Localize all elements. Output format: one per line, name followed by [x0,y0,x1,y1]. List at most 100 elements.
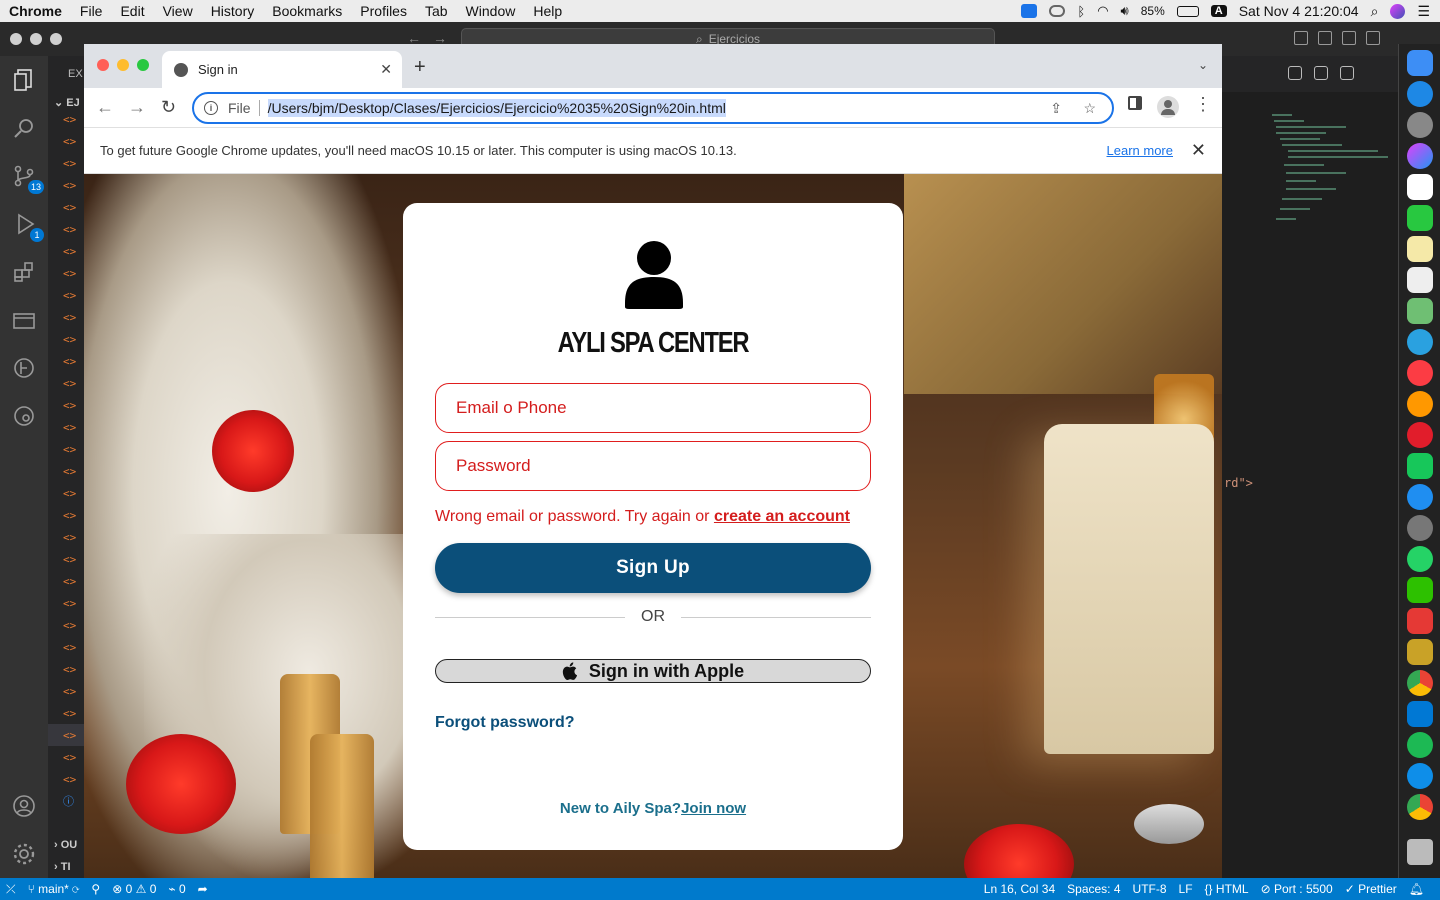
menu-tab[interactable]: Tab [416,3,457,19]
reminders-icon[interactable] [1407,267,1433,293]
file-row[interactable]: <> [48,570,84,592]
file-row[interactable]: <> [48,482,84,504]
file-row[interactable]: <> [48,394,84,416]
outline-section[interactable]: › OU [54,839,77,851]
explorer-icon[interactable] [10,66,38,94]
file-row[interactable]: <> [48,460,84,482]
trash-icon[interactable] [1407,839,1433,865]
indentation[interactable]: Spaces: 4 [1061,882,1126,896]
extensions-icon[interactable] [10,258,38,286]
vscode-icon[interactable] [1407,701,1433,727]
url-text[interactable]: /Users/bjm/Desktop/Clases/Ejercicios/Eje… [267,99,726,117]
file-row[interactable]: <> [48,218,84,240]
new-tab-button[interactable]: + [414,56,426,79]
music-icon[interactable] [1407,360,1433,386]
live-share-icon[interactable] [10,402,38,430]
cursor-position[interactable]: Ln 16, Col 34 [978,882,1061,896]
teamviewer-dock-icon[interactable] [1407,763,1433,789]
menu-window[interactable]: Window [457,3,525,19]
spotify-icon[interactable] [1407,732,1433,758]
live-share-status-icon[interactable]: ⚲ [85,882,106,896]
problems-status[interactable]: ⊗ 0 ⚠ 0 [106,882,162,896]
close-window-button[interactable] [97,59,109,71]
editor-actions[interactable] [1288,66,1354,80]
vscode-window-controls[interactable] [10,33,62,45]
file-row[interactable]: <> [48,130,84,152]
menu-profiles[interactable]: Profiles [351,3,416,19]
creative-cloud-icon[interactable] [1049,5,1066,17]
infobar-learn-more-link[interactable]: Learn more [1107,143,1173,158]
safari-icon[interactable] [1407,81,1433,107]
branch-status[interactable]: ⑂ main* ⟳ [22,882,86,896]
wps-office-icon[interactable] [1407,608,1433,634]
siri-dock-icon[interactable] [1407,143,1433,169]
file-row[interactable]: <> [48,240,84,262]
maps-icon[interactable] [1407,298,1433,324]
file-row[interactable]: <> [48,306,84,328]
end-of-line[interactable]: LF [1173,882,1199,896]
tab-search-chevron-icon[interactable]: ⌄ [1198,58,1208,72]
teamviewer-icon[interactable] [1021,4,1038,18]
wechat-icon[interactable] [1407,577,1433,603]
encoding[interactable]: UTF-8 [1127,882,1173,896]
ports-status[interactable]: ⌁ 0 [162,882,191,896]
launchpad-icon[interactable] [1407,112,1433,138]
control-center-icon[interactable]: ☰ [1417,3,1430,20]
menu-view[interactable]: View [154,3,202,19]
siri-icon[interactable] [1390,3,1406,19]
site-info-icon[interactable]: i [204,101,218,115]
zoom-window-button[interactable] [137,59,149,71]
reload-button[interactable]: ↻ [161,97,176,118]
layout-toggles[interactable] [1294,31,1380,45]
create-account-link[interactable]: create an account [714,508,850,525]
bookmark-star-icon[interactable]: ☆ [1083,100,1096,117]
infobar-close-icon[interactable]: ✕ [1191,140,1206,161]
live-server-port[interactable]: ⊘ Port : 5500 [1255,882,1339,896]
app-store-icon[interactable] [1407,484,1433,510]
books-icon[interactable] [1407,391,1433,417]
file-row[interactable]: <> [48,350,84,372]
chrome-canary-icon[interactable] [1407,794,1433,820]
file-row[interactable]: <> [48,284,84,306]
file-row[interactable]: <> [48,504,84,526]
volume-icon[interactable]: 🔊︎ [1121,3,1129,19]
file-row[interactable]: <> [48,438,84,460]
file-row[interactable]: <> [48,416,84,438]
menu-history[interactable]: History [202,3,264,19]
file-row[interactable]: <> [48,372,84,394]
battery-icon[interactable] [1176,5,1199,17]
notifications-bell-icon[interactable]: 🔔︎ [1403,882,1430,896]
share-status-icon[interactable]: ➦ [192,882,214,896]
minimap[interactable] [1272,112,1392,282]
menu-help[interactable]: Help [524,3,571,19]
timeline-git-icon[interactable] [10,354,38,382]
whatsapp-icon[interactable] [1407,546,1433,572]
bluetooth-icon[interactable]: ᛒ [1077,4,1085,19]
finder-icon[interactable] [1407,50,1433,76]
timeline-section[interactable]: › TI [54,861,71,873]
file-row[interactable]: <> [48,152,84,174]
file-row[interactable]: <> [48,108,84,130]
notes-icon[interactable] [1407,236,1433,262]
menu-file[interactable]: File [71,3,112,19]
tab-close-icon[interactable]: ✕ [380,61,392,78]
profile-avatar-icon[interactable] [1157,96,1179,123]
file-row[interactable]: ⓘ [48,790,84,812]
menu-app-name[interactable]: Chrome [0,3,71,19]
file-row-selected[interactable]: <> [48,724,84,746]
system-preferences-icon[interactable] [1407,515,1433,541]
language-mode[interactable]: {} HTML [1199,882,1255,896]
search-sidebar-icon[interactable] [10,114,38,142]
email-field[interactable]: Email o Phone [435,383,871,433]
file-row[interactable]: <> [48,680,84,702]
sign-up-button[interactable]: Sign Up [435,543,871,593]
manage-gear-icon[interactable] [10,840,38,868]
file-row[interactable]: <> [48,592,84,614]
menu-bookmarks[interactable]: Bookmarks [263,3,351,19]
back-button[interactable]: ← [96,97,114,118]
chrome-tab-active[interactable]: Sign in ✕ [162,51,402,88]
side-panel-icon[interactable] [1128,96,1142,115]
menu-edit[interactable]: Edit [111,3,153,19]
file-row[interactable]: <> [48,174,84,196]
opera-icon[interactable] [1407,422,1433,448]
